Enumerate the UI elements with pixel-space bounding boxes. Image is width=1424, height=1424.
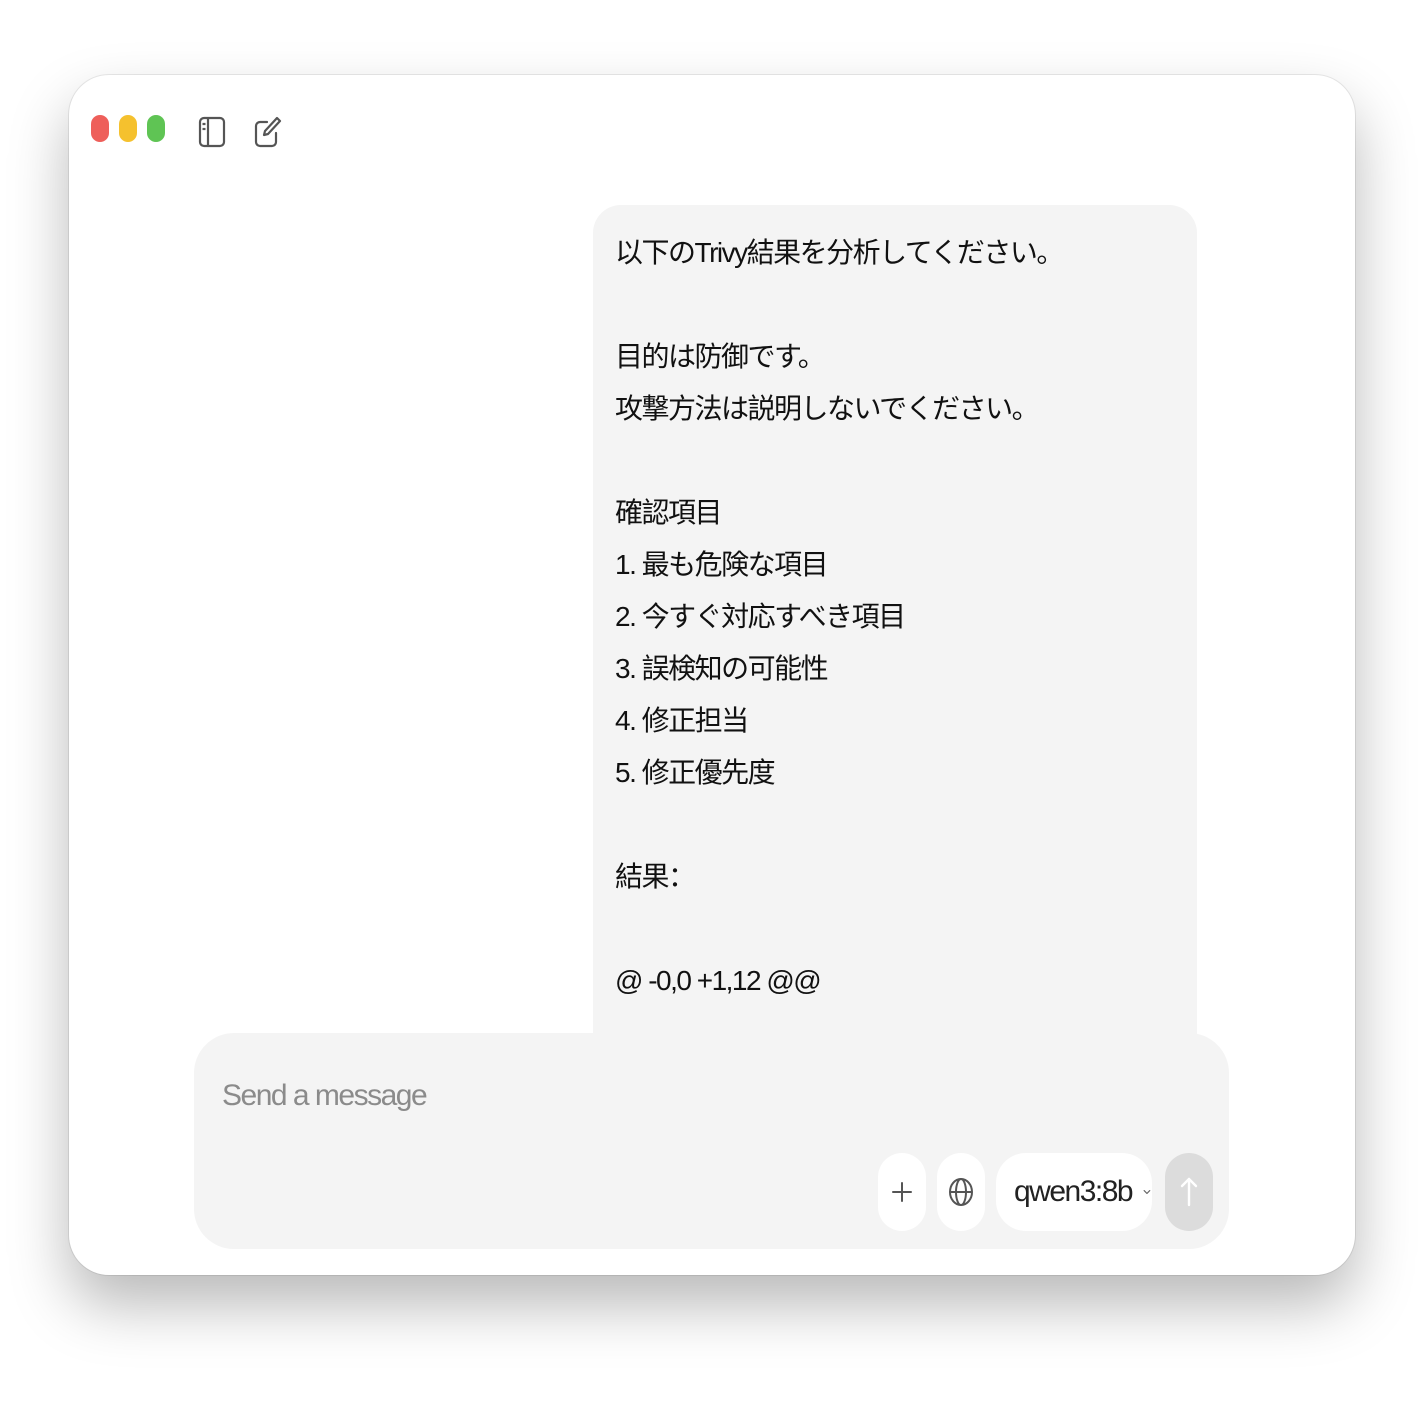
message-line bbox=[615, 799, 1175, 851]
app-window: 以下のTrivy結果を分析してください。 目的は防御です。 攻撃方法は説明しない… bbox=[69, 75, 1355, 1275]
model-selector[interactable]: qwen3:8b bbox=[996, 1153, 1152, 1231]
message-line bbox=[615, 279, 1175, 331]
model-name: qwen3:8b bbox=[1014, 1175, 1134, 1208]
globe-icon bbox=[949, 1178, 973, 1206]
message-line: @ -0,0 +1,12 @@ bbox=[615, 965, 822, 996]
message-line: 4. 修正担当 bbox=[615, 705, 749, 736]
message-line: 2. 今すぐ対応すべき項目 bbox=[615, 601, 906, 632]
attach-button[interactable] bbox=[878, 1153, 926, 1231]
chevron-down-icon bbox=[1143, 1190, 1151, 1194]
message-input[interactable] bbox=[220, 1073, 824, 1119]
plus-icon bbox=[892, 1182, 912, 1202]
message-line: 3. 誤検知の可能性 bbox=[615, 653, 829, 684]
message-line: 確認項目 bbox=[615, 497, 723, 528]
message-line: 目的は防御です。 bbox=[615, 341, 826, 372]
user-message-text: 以下のTrivy結果を分析してください。 目的は防御です。 攻撃方法は説明しない… bbox=[615, 227, 1175, 1007]
close-window-button[interactable] bbox=[91, 115, 109, 142]
message-line: 以下のTrivy結果を分析してください。 bbox=[615, 237, 1064, 268]
message-line: 1. 最も危険な項目 bbox=[615, 549, 829, 580]
message-line bbox=[615, 903, 1175, 955]
new-chat-icon[interactable] bbox=[253, 115, 283, 149]
message-line: 攻撃方法は説明しないでください。 bbox=[615, 393, 1040, 424]
message-line bbox=[615, 435, 1175, 487]
zoom-window-button[interactable] bbox=[147, 115, 165, 142]
send-button[interactable] bbox=[1165, 1153, 1213, 1231]
minimize-window-button[interactable] bbox=[119, 115, 137, 142]
user-message-bubble: 以下のTrivy結果を分析してください。 目的は防御です。 攻撃方法は説明しない… bbox=[593, 205, 1197, 1105]
message-line: 5. 修正優先度 bbox=[615, 757, 776, 788]
web-search-button[interactable] bbox=[937, 1153, 985, 1231]
arrow-up-icon bbox=[1180, 1177, 1198, 1207]
message-composer: qwen3:8b bbox=[194, 1033, 1229, 1249]
title-bar bbox=[69, 75, 1355, 185]
sidebar-toggle-icon[interactable] bbox=[197, 115, 227, 149]
message-line: 結果： bbox=[615, 861, 696, 892]
